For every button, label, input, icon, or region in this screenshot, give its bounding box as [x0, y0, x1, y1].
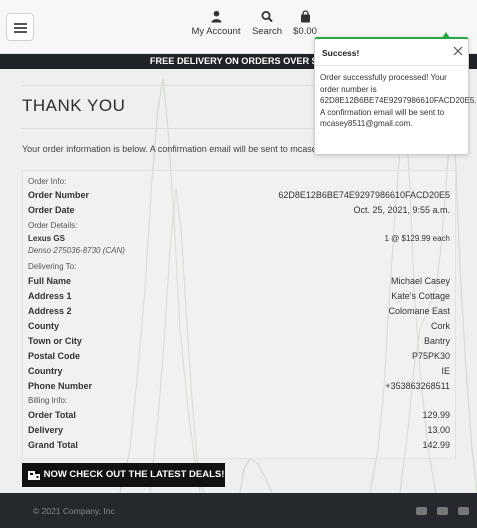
delivery-row: Postal Code P75PK30	[28, 350, 450, 363]
youtube-icon[interactable]	[458, 507, 469, 515]
latest-deals-button[interactable]: NOW CHECK OUT THE LATEST DEALS!	[22, 463, 225, 487]
my-account-link[interactable]: My Account	[188, 10, 244, 37]
delivery-label: Full Name	[28, 276, 72, 286]
copyright-text: © 2021 Company, Inc	[33, 506, 115, 516]
youtube-icon[interactable]	[437, 507, 448, 515]
billing-label: Order Total	[28, 410, 76, 420]
delivery-row: Country IE	[28, 365, 450, 378]
delivery-value: Michael Casey	[390, 276, 450, 286]
delivery-value: +353863268511	[385, 381, 450, 391]
delivery-value: Cork	[430, 321, 450, 331]
item-name: Lexus GS	[28, 234, 65, 243]
user-icon	[211, 10, 221, 23]
billing-row: Grand Total 142.99	[28, 439, 450, 452]
search-link[interactable]: Search	[249, 10, 285, 37]
item-sku: Denso 275036-8730 (CAN)	[28, 246, 125, 255]
delivery-label: Address 1	[28, 291, 72, 301]
delivery-row: Phone Number +353863268511	[28, 380, 450, 393]
billing-row: Delivery 13.00	[28, 424, 450, 437]
delivery-row: Town or City Bantry	[28, 335, 450, 348]
order-number-label: Order Number	[28, 190, 90, 200]
order-date-label: Order Date	[28, 205, 75, 215]
my-account-label: My Account	[191, 26, 241, 37]
bag-total: $0.00	[293, 26, 317, 37]
search-label: Search	[251, 26, 283, 37]
delivery-row: Address 2 Colomane East	[28, 305, 450, 318]
delivery-row: County Cork	[28, 320, 450, 333]
delivery-label: Country	[28, 366, 63, 376]
billing-label: Grand Total	[28, 440, 78, 450]
billing-info-heading: Billing Info:	[28, 396, 68, 405]
order-date-row: Order Date Oct. 25, 2021, 9:55 a.m.	[28, 204, 450, 217]
order-info-heading: Order Info:	[28, 177, 67, 186]
billing-label: Delivery	[28, 425, 64, 435]
order-number-value: 62D8E12B6BE74E9297986610FACD20E5	[278, 190, 450, 200]
delivery-value: IE	[441, 366, 450, 376]
hamburger-line	[14, 31, 27, 33]
search-icon	[261, 11, 273, 23]
delivery-label: Postal Code	[28, 351, 81, 361]
toast-title: Success!	[322, 48, 360, 58]
store-icon	[28, 471, 40, 480]
page-title: THANK YOU	[22, 96, 126, 115]
hamburger-line	[14, 23, 27, 25]
item-quantity: 1 @ $129.99 each	[384, 234, 450, 243]
toast-message: Order successfully processed! Your order…	[320, 73, 477, 128]
shopping-bag-link[interactable]: $0.00	[288, 10, 322, 37]
order-number-row: Order Number 62D8E12B6BE74E9297986610FAC…	[28, 189, 450, 202]
delivery-row: Address 1 Kate's Cottage	[28, 290, 450, 303]
delivery-label: Phone Number	[28, 381, 93, 391]
close-icon[interactable]	[451, 44, 465, 58]
order-details-heading: Order Details:	[28, 221, 78, 230]
billing-value: 129.99	[422, 410, 450, 420]
delivering-to-heading: Delivering To:	[28, 262, 77, 271]
delivery-label: Address 2	[28, 306, 72, 316]
success-toast: Success! Order successfully processed! Y…	[314, 32, 477, 155]
instagram-icon[interactable]	[416, 507, 427, 515]
delivery-label: County	[28, 321, 59, 331]
menu-toggle-button[interactable]	[6, 13, 34, 41]
delivery-value: Kate's Cottage	[391, 291, 450, 301]
delivery-label: Town or City	[28, 336, 82, 346]
toast-header: Success!	[315, 39, 468, 66]
billing-value: 13.00	[427, 425, 450, 435]
order-date-value: Oct. 25, 2021, 9:55 a.m.	[353, 205, 450, 215]
billing-row: Order Total 129.99	[28, 409, 450, 422]
shopping-bag-icon	[300, 10, 310, 23]
billing-value: 142.99	[422, 440, 450, 450]
delivery-row: Full Name Michael Casey	[28, 275, 450, 288]
hamburger-line	[14, 27, 27, 29]
footer: © 2021 Company, Inc	[0, 493, 477, 528]
delivery-value: Bantry	[423, 336, 450, 346]
toast-arrow	[442, 32, 450, 38]
delivery-value: P75PK30	[411, 351, 450, 361]
latest-deals-label: NOW CHECK OUT THE LATEST DEALS!	[43, 469, 225, 480]
delivery-value: Colomane East	[388, 306, 450, 316]
order-details-table: Order Info: Order Number 62D8E12B6BE74E9…	[22, 170, 456, 459]
